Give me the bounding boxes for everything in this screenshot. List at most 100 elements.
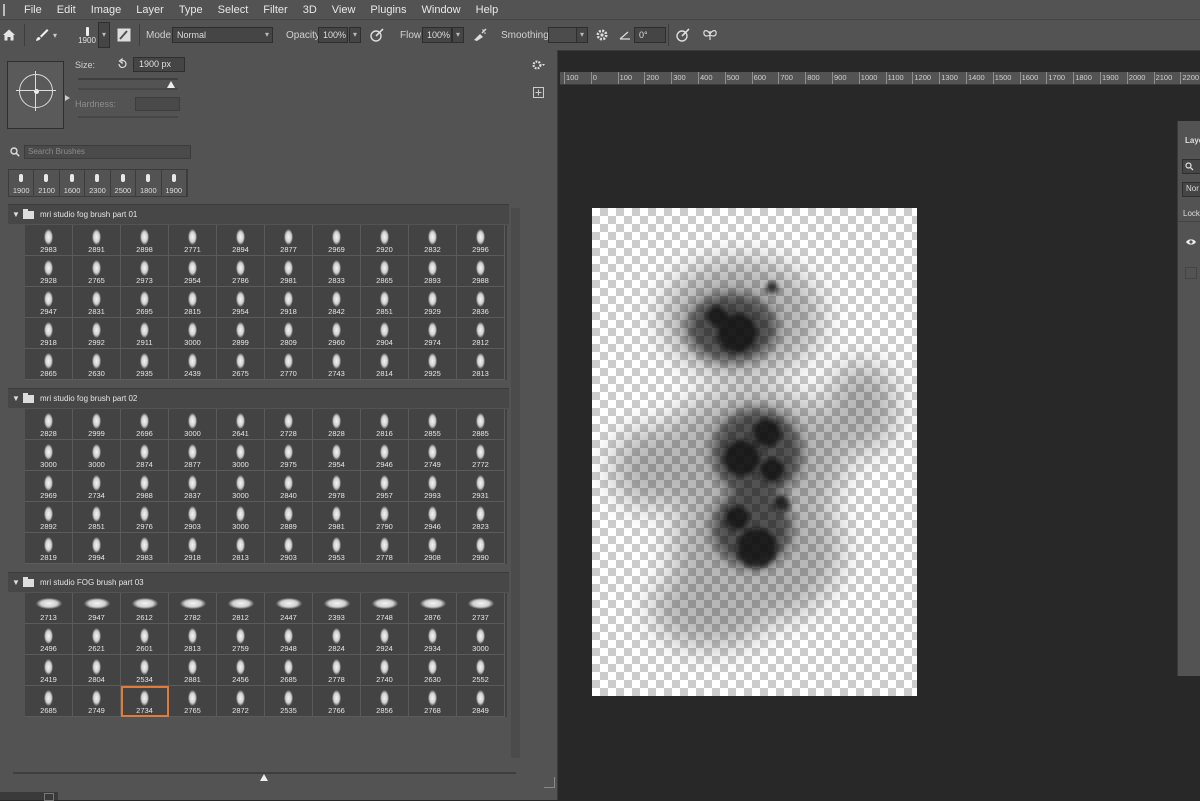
brush-tile[interactable]: 2891	[73, 225, 121, 256]
menu-select[interactable]: Select	[209, 4, 255, 16]
brush-tile[interactable]: 2766	[313, 686, 361, 717]
brush-tile[interactable]: 2865	[361, 256, 409, 287]
brush-tile[interactable]: 2737	[457, 593, 505, 624]
brush-tile[interactable]: 2874	[121, 440, 169, 471]
brush-tile[interactable]: 2842	[313, 287, 361, 318]
brush-tile[interactable]: 2969	[313, 225, 361, 256]
brush-tile[interactable]: 2743	[313, 349, 361, 380]
brush-tile[interactable]: 2535	[265, 686, 313, 717]
brush-tile[interactable]: 2749	[409, 440, 457, 471]
brush-tile[interactable]: 2918	[265, 287, 313, 318]
brush-tile[interactable]: 2813	[217, 533, 265, 564]
brush-tile[interactable]: 2960	[313, 318, 361, 349]
brush-tile[interactable]: 2994	[73, 533, 121, 564]
brush-tile[interactable]: 2630	[409, 655, 457, 686]
brush-tile[interactable]: 2981	[313, 502, 361, 533]
brush-tile[interactable]: 2695	[121, 287, 169, 318]
pressure-opacity-button[interactable]	[370, 20, 384, 50]
menu-image[interactable]: Image	[82, 4, 128, 16]
brush-tile[interactable]: 2813	[169, 624, 217, 655]
brush-tile[interactable]: 2934	[409, 624, 457, 655]
brush-group-header[interactable]: ▼ mri studio FOG brush part 03	[8, 572, 509, 592]
brush-tile[interactable]: 2904	[361, 318, 409, 349]
brush-list-scrollbar[interactable]	[511, 208, 520, 758]
brush-tile[interactable]: 3000	[169, 409, 217, 440]
mode-select[interactable]: Normal ▾	[172, 20, 273, 50]
brush-tile[interactable]: 2893	[409, 256, 457, 287]
menu-layer[interactable]: Layer	[127, 4, 170, 16]
brush-preset-picker[interactable]: 1900	[75, 20, 99, 50]
flow-field[interactable]: 100%	[422, 20, 452, 50]
recent-brush[interactable]: 2100	[34, 170, 60, 196]
brush-tile[interactable]: 2601	[121, 624, 169, 655]
brush-tile[interactable]: 2456	[217, 655, 265, 686]
brush-tip-preview[interactable]	[7, 61, 70, 129]
brush-tile[interactable]: 3000	[25, 440, 73, 471]
brush-tile[interactable]: 2974	[409, 318, 457, 349]
brush-tile[interactable]: 2877	[265, 225, 313, 256]
brush-tile[interactable]: 2740	[361, 655, 409, 686]
brush-tile[interactable]: 2696	[121, 409, 169, 440]
brush-tile[interactable]: 3000	[73, 440, 121, 471]
brush-tile[interactable]: 2954	[217, 287, 265, 318]
brush-tile[interactable]: 2990	[457, 533, 505, 564]
brush-tile[interactable]: 2815	[169, 287, 217, 318]
brush-tile[interactable]: 2993	[409, 471, 457, 502]
brush-tile[interactable]: 2749	[73, 686, 121, 717]
smoothing-options-button[interactable]	[595, 20, 609, 50]
layer-filter-field[interactable]	[1182, 159, 1200, 174]
brush-tile[interactable]: 2786	[217, 256, 265, 287]
menu-plugins[interactable]: Plugins	[361, 4, 412, 16]
brush-tile[interactable]: 2770	[265, 349, 313, 380]
opacity-field[interactable]: 100%	[318, 20, 348, 50]
brush-tile[interactable]: 2976	[121, 502, 169, 533]
brush-tile[interactable]: 2814	[361, 349, 409, 380]
brush-tile[interactable]: 2837	[169, 471, 217, 502]
brush-tile[interactable]: 2924	[361, 624, 409, 655]
brush-tile[interactable]: 2988	[457, 256, 505, 287]
brush-tile[interactable]: 2832	[409, 225, 457, 256]
layers-panel-title[interactable]: Laye	[1185, 136, 1200, 145]
brush-tile[interactable]: 2828	[25, 409, 73, 440]
home-button[interactable]	[2, 20, 16, 50]
reset-size-icon[interactable]	[116, 58, 128, 70]
brush-tile[interactable]: 2496	[25, 624, 73, 655]
brush-preset-dropdown[interactable]: ▾	[98, 20, 110, 50]
brush-tile[interactable]: 2823	[457, 502, 505, 533]
brush-tile[interactable]: 2877	[169, 440, 217, 471]
brush-tile[interactable]: 2856	[361, 686, 409, 717]
brush-tile[interactable]: 2946	[361, 440, 409, 471]
brush-tile[interactable]: 2983	[121, 533, 169, 564]
brush-tile[interactable]: 2778	[313, 655, 361, 686]
brush-tile[interactable]: 2819	[25, 533, 73, 564]
brush-tile[interactable]: 2898	[121, 225, 169, 256]
brush-tile[interactable]: 2447	[265, 593, 313, 624]
brush-tile[interactable]: 2765	[169, 686, 217, 717]
airbrush-button[interactable]	[472, 20, 488, 50]
hardness-slider-track[interactable]	[78, 116, 178, 118]
menu-help[interactable]: Help	[467, 4, 505, 16]
brush-tile[interactable]: 2831	[73, 287, 121, 318]
brush-tile[interactable]: 2641	[217, 409, 265, 440]
brush-tile[interactable]: 2975	[265, 440, 313, 471]
brush-tile[interactable]: 2855	[409, 409, 457, 440]
smoothing-dropdown[interactable]: ▾	[576, 20, 588, 50]
hardness-input[interactable]	[135, 97, 180, 111]
search-brushes-input[interactable]: Search Brushes	[24, 145, 191, 159]
brush-tile[interactable]: 2782	[169, 593, 217, 624]
smoothing-field[interactable]	[548, 20, 578, 50]
brush-tile[interactable]: 2954	[313, 440, 361, 471]
brush-tile[interactable]: 2892	[25, 502, 73, 533]
brush-tile[interactable]: 3000	[217, 440, 265, 471]
brush-tile[interactable]: 2812	[217, 593, 265, 624]
brush-tile[interactable]: 2983	[25, 225, 73, 256]
brush-tile[interactable]: 2828	[313, 409, 361, 440]
brush-tile[interactable]: 2865	[25, 349, 73, 380]
size-input[interactable]: 1900 px	[133, 57, 185, 72]
menu-type[interactable]: Type	[170, 4, 209, 16]
brush-tile[interactable]: 2929	[409, 287, 457, 318]
brush-tile[interactable]: 2765	[73, 256, 121, 287]
brush-tile[interactable]: 2903	[265, 533, 313, 564]
brush-tile[interactable]: 2935	[121, 349, 169, 380]
panel-resize-grip[interactable]	[544, 777, 555, 788]
